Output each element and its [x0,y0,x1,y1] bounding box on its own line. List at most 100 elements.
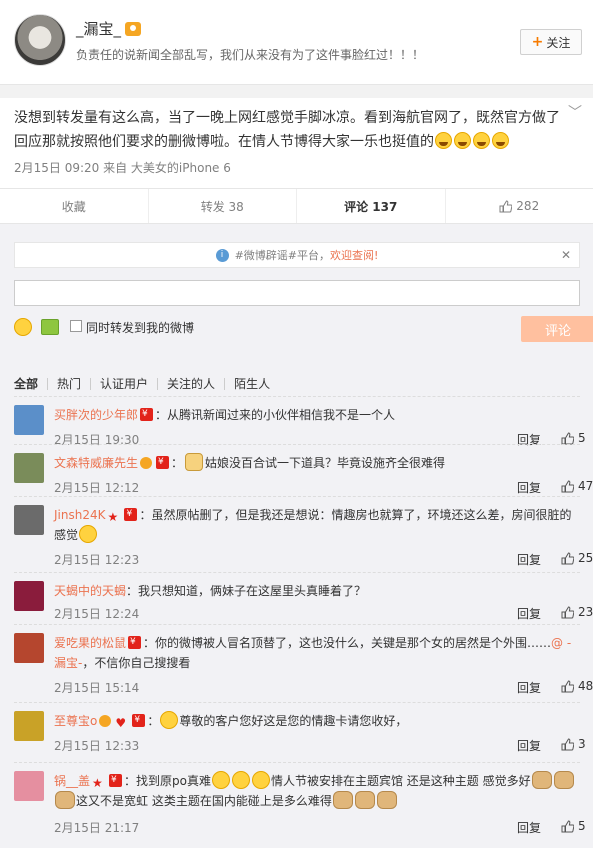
thumb-up-icon [561,431,575,445]
comment-tab[interactable]: 评论 137 [297,189,446,223]
emoji-icon[interactable] [14,318,32,336]
action-bar: 收藏 转发 38 评论 137 282 [0,188,593,224]
vip-icon [125,22,142,36]
repost-checkbox-label[interactable]: 同时转发到我的微博 [86,319,194,336]
notice-link[interactable]: 欢迎查阅! [330,247,378,263]
comment-item: 锅__盖★ ：找到原po真难 情人节被安排在主题宾馆 还是这种主题 感觉多好这又不是… [14,762,586,848]
laugh-emoji-icon [231,771,250,789]
plus-icon: + [531,34,544,50]
post-meta: 2月15日 09:20 来自 大美女的iPhone 6 [14,161,231,175]
comment-text: ：从腾讯新闻过来的小伙伴相信我不是一个人 [155,408,396,422]
comment-text: 姑娘没百合试一下道具？毕竟设施齐全很难得 [205,456,446,470]
comment-body: 爱吃果的松鼠 ：你的微博被人冒名顶替了，这也没什么，关键是那个女的居然是个外围……… [54,632,580,673]
comment-avatar[interactable] [14,581,44,611]
chevron-down-icon[interactable]: ﹀ [568,102,582,122]
comment-like-button[interactable]: 25 [561,551,593,565]
like-count: 282 [516,199,540,213]
repost-checkbox[interactable] [70,320,82,332]
repost-label: 转发 38 [200,199,244,214]
comment-item: 天蝎中的天蝎：我只想知道，俩妹子在这屋里头真睡着了？ 2月15日 12:24 回… [14,572,593,622]
thumb-up-icon [499,199,513,213]
comment-time: 2月15日 21:17 [54,821,140,835]
comment-like-button[interactable]: 5 [561,431,586,445]
red-envelope-icon [124,504,138,524]
laugh-emoji-icon [454,132,471,149]
filter-strangers[interactable]: 陌生人 [225,378,279,390]
red-envelope-icon [156,452,170,472]
comment-like-button[interactable]: 5 [561,819,586,833]
reply-button[interactable]: 回复 [517,737,541,754]
comment-time: 2月15日 12:33 [54,739,140,753]
comment-item: 至尊宝o♥：尊敬的客户您好这是您的情趣卡请您收好， 2月15日 12:33 回复… [14,702,586,760]
comment-like-button[interactable]: 47 [561,479,593,493]
close-icon[interactable]: ✕ [561,248,571,262]
rumor-notice: i #微博辟谣#平台， 欢迎查阅! ✕ [14,242,580,268]
comment-author[interactable]: 文森特威廉先生 [54,456,138,470]
laugh-emoji-icon [251,771,270,789]
doge-emoji-icon [376,791,397,809]
comment-author[interactable]: 爱吃果的松鼠 [54,636,126,650]
filter-verified[interactable]: 认证用户 [91,378,159,390]
filter-all[interactable]: 全部 [14,378,49,390]
favorite-label: 收藏 [61,199,86,214]
comment-author[interactable]: Jinsh24K [54,508,105,522]
follow-button[interactable]: + 关注 [520,29,582,55]
thumb-up-icon [561,737,575,751]
comment-avatar[interactable] [14,771,44,801]
comment-like-count: 5 [578,431,586,445]
comment-time: 2月15日 15:14 [54,681,140,695]
comment-item: 爱吃果的松鼠 ：你的微博被人冒名顶替了，这也没什么，关键是那个女的居然是个外围……… [14,624,593,704]
comment-avatar[interactable] [14,405,44,435]
laugh-emoji-icon [473,132,490,149]
vip-icon [140,457,153,469]
comment-like-button[interactable]: 23 [561,605,593,619]
repost-button[interactable]: 转发 38 [149,189,297,223]
info-icon: i [215,248,229,262]
thumb-up-icon [561,819,575,833]
doge-emoji-icon [55,791,75,809]
comment-like-button[interactable]: 48 [561,679,593,693]
comment-input[interactable] [14,280,580,306]
comment-author[interactable]: 至尊宝o [54,714,97,728]
comment-author[interactable]: 买胖次的少年郎 [54,408,138,422]
comment-like-count: 5 [578,819,586,833]
laugh-emoji-icon [492,132,509,149]
comment-text: 尊敬的客户您好这是您的情趣卡请您收好， [179,714,408,728]
reply-button[interactable]: 回复 [517,679,541,696]
comment-like-count: 23 [578,605,593,619]
username[interactable]: _漏宝_ [76,18,142,39]
smile-emoji-icon [160,711,179,729]
comment-avatar[interactable] [14,453,44,483]
comment-time: 2月15日 12:24 [54,607,140,621]
post: ﹀ 没想到转发量有这么高，当了一晚上网红感觉手脚冰凉。看到海航官网了，既然官方做… [0,98,593,188]
reply-button[interactable]: 回复 [517,479,541,496]
comment-text: ：找到原po真难 [124,774,211,788]
comment-author[interactable]: 锅__盖 [54,774,90,788]
comment-avatar[interactable] [14,633,44,663]
reply-button[interactable]: 回复 [517,605,541,622]
comment-avatar[interactable] [14,505,44,535]
laugh-emoji-icon [211,771,230,789]
comment-like-button[interactable]: 3 [561,737,586,751]
comment-item: Jinsh24K★：虽然原帖删了，但是我还是想说：情趣房也就算了，环境还这么差，… [14,496,593,574]
avatar[interactable] [14,14,66,66]
filter-hot[interactable]: 热门 [48,378,92,390]
reply-button[interactable]: 回复 [517,819,541,836]
comment-body: 锅__盖★ ：找到原po真难 情人节被安排在主题宾馆 还是这种主题 感觉多好这又不是… [54,770,580,811]
red-envelope-icon [109,770,123,790]
filter-following[interactable]: 关注的人 [158,378,226,390]
comment-submit-button[interactable]: 评论 [521,316,593,342]
doge-emoji-icon [553,771,574,789]
username-text[interactable]: _漏宝_ [76,20,121,38]
comment-label: 评论 137 [344,199,398,214]
reply-button[interactable]: 回复 [517,551,541,568]
comment-body: 天蝎中的天蝎：我只想知道，俩妹子在这屋里头真睡着了？ [54,581,580,601]
like-button[interactable]: 282 [446,189,593,223]
comment-avatar[interactable] [14,711,44,741]
follow-label: 关注 [546,35,571,50]
favorite-button[interactable]: 收藏 [0,189,149,223]
comment-item: 文森特威廉先生：姑娘没百合试一下道具？毕竟设施齐全很难得 2月15日 12:12… [14,444,593,500]
comment-author[interactable]: 天蝎中的天蝎 [54,584,126,598]
image-icon[interactable] [41,319,59,335]
post-text: 没想到转发量有这么高，当了一晚上网红感觉手脚冰凉。看到海航官网了，既然官方做了回… [14,106,566,154]
